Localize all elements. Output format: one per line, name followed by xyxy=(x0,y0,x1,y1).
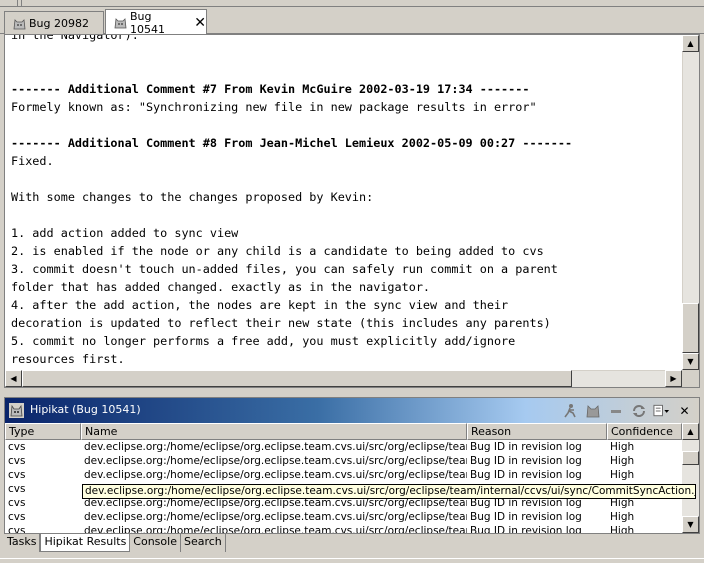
scroll-up-button[interactable]: ▲ xyxy=(682,423,699,440)
text-line xyxy=(11,206,683,224)
cell-type: cvs xyxy=(8,441,26,453)
scroll-down-button[interactable]: ▼ xyxy=(682,353,699,370)
cell-name: dev.eclipse.org:/home/eclipse/org.eclips… xyxy=(84,511,467,523)
text-line: folder that has added changed. exactly a… xyxy=(11,280,431,294)
cell-confidence: High xyxy=(610,469,635,481)
toolbar-separator xyxy=(21,0,22,6)
tab-bug-10541[interactable]: Bug 10541 ✕ xyxy=(105,9,207,36)
sync-arrows-icon[interactable] xyxy=(630,402,647,419)
minus-icon[interactable] xyxy=(607,402,624,419)
close-icon[interactable]: ✕ xyxy=(676,402,693,419)
cat-icon xyxy=(13,17,26,30)
cell-name: dev.eclipse.org:/home/eclipse/org.eclips… xyxy=(84,469,467,481)
cell-confidence: High xyxy=(610,441,635,453)
name-tooltip: dev.eclipse.org:/home/eclipse/org.eclips… xyxy=(82,484,696,499)
text-line: 4. after the add action, the nodes are k… xyxy=(11,298,509,312)
cell-type: cvs xyxy=(8,483,26,495)
bug-report-text: in the Navigator). ------- Additional Com… xyxy=(11,35,683,369)
cell-confidence: High xyxy=(610,525,635,533)
text-line: resources first. xyxy=(11,352,125,366)
cell-reason: Bug ID in revision log xyxy=(470,469,582,481)
cell-type: cvs xyxy=(8,511,26,523)
text-line: 3. commit doesn't touch un-added files, … xyxy=(11,262,558,276)
table-header: Type Name Reason Confidence xyxy=(5,423,682,440)
scroll-up-button[interactable]: ▲ xyxy=(682,35,699,52)
text-line: ------- Additional Comment #8 From Jean-… xyxy=(11,136,573,150)
column-header-confidence[interactable]: Confidence xyxy=(607,423,682,440)
bug-report-editor[interactable]: in the Navigator). ------- Additional Com… xyxy=(4,34,700,388)
tab-label: Bug 10541 xyxy=(130,9,165,36)
tab-console[interactable]: Console xyxy=(130,534,181,552)
results-table: Type Name Reason Confidence cvs dev.eclip… xyxy=(5,423,699,533)
cell-name: dev.eclipse.org:/home/eclipse/org.eclips… xyxy=(84,525,467,533)
cell-name: dev.eclipse.org:/home/eclipse/org.eclips… xyxy=(84,455,467,467)
editor-vertical-scrollbar[interactable]: ▲ ▼ xyxy=(682,35,699,371)
hipikat-view: Hipikat (Bug 10541) ✕ Type Name Reason C… xyxy=(4,397,700,534)
text-line: decoration is updated to reflect their n… xyxy=(11,316,551,330)
table-vertical-scrollbar[interactable]: ▲ ▼ xyxy=(682,423,699,533)
column-header-name[interactable]: Name xyxy=(81,423,467,440)
top-toolbar-strip xyxy=(0,0,704,7)
toolbar-separator xyxy=(17,0,18,6)
cell-reason: Bug ID in revision log xyxy=(470,511,582,523)
table-row[interactable]: cvs dev.eclipse.org:/home/eclipse/org.ecl… xyxy=(5,468,682,482)
cell-type: cvs xyxy=(8,455,26,467)
close-icon[interactable]: ✕ xyxy=(194,16,206,30)
text-line xyxy=(11,44,683,62)
scroll-down-button[interactable]: ▼ xyxy=(682,516,699,533)
cell-type: cvs xyxy=(8,469,26,481)
cell-confidence: High xyxy=(610,511,635,523)
cell-confidence: High xyxy=(610,455,635,467)
cell-type: cvs xyxy=(8,525,26,533)
window-edge xyxy=(0,558,704,559)
column-header-type[interactable]: Type xyxy=(5,423,81,440)
tab-search[interactable]: Search xyxy=(180,534,226,552)
cat-icon xyxy=(9,403,24,418)
scroll-thumb[interactable] xyxy=(22,370,572,387)
view-tab-bar: Tasks Hipikat Results Console Search xyxy=(4,534,226,552)
text-line xyxy=(11,62,683,80)
scroll-right-button[interactable]: ▶ xyxy=(665,370,682,387)
text-line: With some changes to the changes propose… xyxy=(11,190,374,204)
scroll-thumb[interactable] xyxy=(682,451,699,465)
text-line: 2. is enabled if the node or any child i… xyxy=(11,244,544,258)
table-row[interactable]: cvs dev.eclipse.org:/home/eclipse/org.ecl… xyxy=(5,524,682,533)
view-title-bar: Hipikat (Bug 10541) ✕ xyxy=(5,398,699,423)
cell-reason: Bug ID in revision log xyxy=(470,525,582,533)
tab-bug-20982[interactable]: Bug 20982 xyxy=(4,11,104,34)
text-line xyxy=(11,170,683,188)
scroll-corner xyxy=(682,370,699,387)
view-title: Hipikat (Bug 10541) xyxy=(30,403,141,416)
tab-label: Bug 20982 xyxy=(29,16,89,30)
cat-icon[interactable] xyxy=(584,402,601,419)
text-line: 5. commit no longer performs a free add,… xyxy=(11,334,516,348)
cell-type: cvs xyxy=(8,497,26,509)
run-person-icon[interactable] xyxy=(561,402,578,419)
editor-horizontal-scrollbar[interactable]: ◀ ▶ xyxy=(5,370,682,387)
tab-hipikat-results[interactable]: Hipikat Results xyxy=(40,534,131,552)
table-row[interactable]: cvs dev.eclipse.org:/home/eclipse/org.ecl… xyxy=(5,440,682,454)
column-header-reason[interactable]: Reason xyxy=(467,423,607,440)
cell-reason: Bug ID in revision log xyxy=(470,455,582,467)
scroll-thumb[interactable] xyxy=(682,303,699,353)
editor-tab-bar: Bug 20982 Bug 10541 ✕ xyxy=(0,8,704,36)
text-line: in the Navigator). xyxy=(11,35,139,42)
text-line: ------- Additional Comment #7 From Kevin… xyxy=(11,82,530,96)
text-line: Formely known as: "Synchronizing new fil… xyxy=(11,100,537,114)
table-row[interactable]: cvs dev.eclipse.org:/home/eclipse/org.ecl… xyxy=(5,454,682,468)
view-toolbar: ✕ xyxy=(561,402,693,419)
scroll-left-button[interactable]: ◀ xyxy=(5,370,22,387)
cell-reason: Bug ID in revision log xyxy=(470,441,582,453)
cell-name: dev.eclipse.org:/home/eclipse/org.eclips… xyxy=(84,441,467,453)
text-line: Fixed. xyxy=(11,154,54,168)
table-row[interactable]: cvs dev.eclipse.org:/home/eclipse/org.ecl… xyxy=(5,510,682,524)
tab-tasks[interactable]: Tasks xyxy=(4,534,41,552)
cat-icon xyxy=(114,16,127,29)
text-line xyxy=(11,116,683,134)
text-line: 1. add action added to sync view xyxy=(11,226,239,240)
list-menu-icon[interactable] xyxy=(653,402,670,419)
